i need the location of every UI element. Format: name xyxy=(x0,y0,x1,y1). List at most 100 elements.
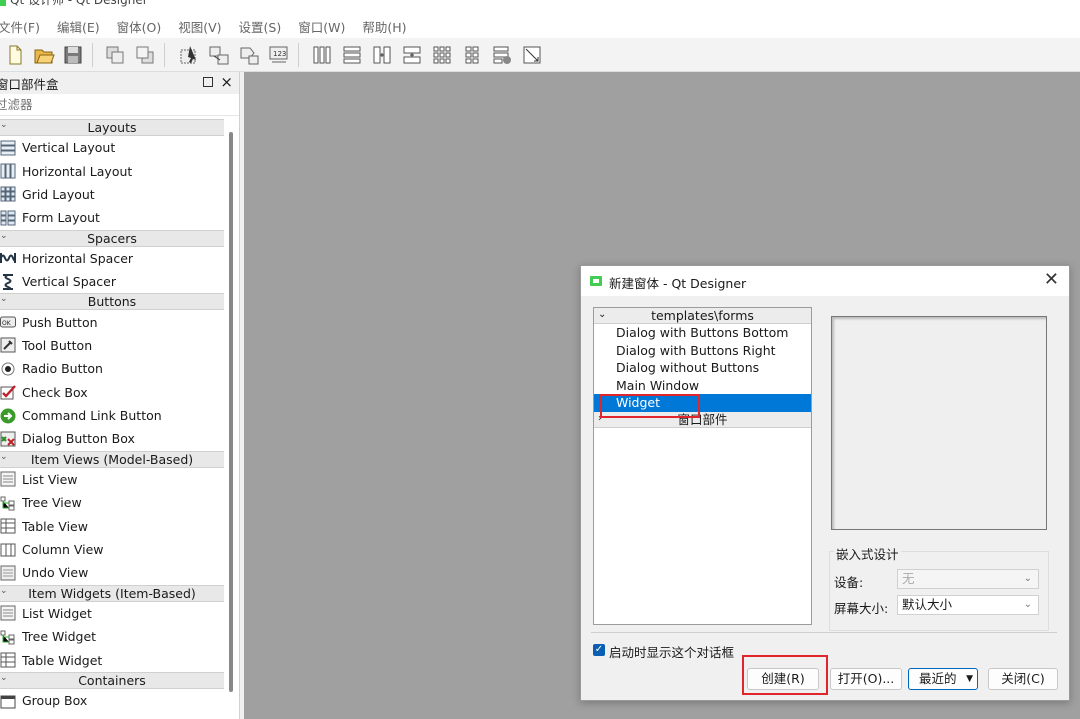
chevron-down-icon: ⌄ xyxy=(0,672,8,683)
dropdown-arrow-icon[interactable]: ▼ xyxy=(966,669,973,689)
template-dialog-buttons-right[interactable]: Dialog with Buttons Right xyxy=(594,342,811,360)
dialog-button-box-icon xyxy=(0,431,16,447)
widget-form-layout[interactable]: Form Layout xyxy=(0,206,224,229)
break-layout-icon[interactable] xyxy=(491,44,513,66)
save-icon[interactable] xyxy=(62,44,84,66)
window-titlebar: Qt 设计师 - Qt Designer xyxy=(0,0,1080,14)
widget-push-button[interactable]: OK Push Button xyxy=(0,310,224,333)
toolbar-separator xyxy=(298,43,299,67)
chevron-down-icon: ⌄ xyxy=(0,585,8,596)
layout-form-icon[interactable] xyxy=(461,44,483,66)
menu-file[interactable]: 文件(F) xyxy=(0,17,48,36)
category-spacers[interactable]: ⌄ Spacers xyxy=(0,229,224,247)
dock-scrollbar[interactable] xyxy=(229,132,233,692)
screen-size-value: 默认大小 xyxy=(902,597,953,612)
float-dock-icon[interactable] xyxy=(203,77,213,87)
widget-label: Column View xyxy=(22,542,104,558)
bring-to-front-icon[interactable] xyxy=(134,44,156,66)
screen-size-combo[interactable]: 默认大小 ⌄ xyxy=(897,595,1039,615)
widget-label: Vertical Spacer xyxy=(22,274,116,290)
open-folder-icon[interactable] xyxy=(33,44,55,66)
widget-label: List Widget xyxy=(22,605,92,621)
menu-edit[interactable]: 编辑(E) xyxy=(57,17,108,36)
chevron-down-icon: ⌄ xyxy=(0,451,8,462)
widget-vertical-layout[interactable]: Vertical Layout xyxy=(0,136,224,159)
menu-view[interactable]: 视图(V) xyxy=(178,17,229,36)
tool-button-icon xyxy=(0,337,16,353)
widget-label: Table Widget xyxy=(22,652,103,668)
widget-check-box[interactable]: Check Box xyxy=(0,381,224,404)
widget-horizontal-layout[interactable]: Horizontal Layout xyxy=(0,159,224,182)
device-combo[interactable]: 无 ⌄ xyxy=(897,569,1039,589)
chevron-down-icon: ⌄ xyxy=(1023,573,1032,584)
horizontal-spacer-icon xyxy=(0,253,16,264)
widget-column-view[interactable]: Column View xyxy=(0,538,224,561)
category-item-widgets[interactable]: ⌄ Item Widgets (Item-Based) xyxy=(0,584,224,602)
layout-grid-icon[interactable] xyxy=(431,44,453,66)
widget-group-box[interactable]: Group Box xyxy=(0,689,224,712)
filter-input[interactable] xyxy=(0,97,225,112)
new-file-icon[interactable] xyxy=(4,44,26,66)
close-icon[interactable]: ✕ xyxy=(1044,269,1059,290)
template-dialog-buttons-bottom[interactable]: Dialog with Buttons Bottom xyxy=(594,324,811,342)
layout-vertical-splitter-icon[interactable] xyxy=(401,44,423,66)
widget-grid-layout[interactable]: Grid Layout xyxy=(0,183,224,206)
layout-horizontal-icon[interactable] xyxy=(311,44,333,66)
widget-label: Command Link Button xyxy=(22,408,162,424)
widget-table-view[interactable]: Table View xyxy=(0,514,224,537)
widget-label: Undo View xyxy=(22,565,89,581)
edit-buddies-icon[interactable] xyxy=(238,44,260,66)
widget-radio-button[interactable]: Radio Button xyxy=(0,357,224,380)
send-to-back-icon[interactable] xyxy=(104,44,126,66)
edit-widgets-icon[interactable] xyxy=(178,44,200,66)
new-form-dialog: 新建窗体 - Qt Designer ✕ ⌄ templates\forms D… xyxy=(580,265,1070,701)
template-tree: ⌄ templates\forms Dialog with Buttons Bo… xyxy=(593,307,812,625)
widget-undo-view[interactable]: Undo View xyxy=(0,561,224,584)
template-dialog-without-buttons[interactable]: Dialog without Buttons xyxy=(594,359,811,377)
menu-settings[interactable]: 设置(S) xyxy=(239,17,290,36)
widget-label: Vertical Layout xyxy=(22,140,116,156)
widget-tree-view[interactable]: Tree View xyxy=(0,491,224,514)
table-view-icon xyxy=(0,518,16,534)
tree-group-templates-forms[interactable]: ⌄ templates\forms xyxy=(594,308,811,324)
show-on-startup-checkbox[interactable]: ✓ xyxy=(593,644,605,656)
category-label: Item Widgets (Item-Based) xyxy=(28,585,196,601)
widget-list-view[interactable]: List View xyxy=(0,468,224,491)
qt-logo-icon xyxy=(0,0,6,6)
grid-layout-icon xyxy=(0,186,16,202)
widget-tool-button[interactable]: Tool Button xyxy=(0,334,224,357)
category-containers[interactable]: ⌄ Containers xyxy=(0,671,224,689)
widget-label: Group Box xyxy=(22,693,88,708)
widget-command-link-button[interactable]: Command Link Button xyxy=(0,404,224,427)
close-dock-icon[interactable]: × xyxy=(220,73,233,91)
template-main-window[interactable]: Main Window xyxy=(594,377,811,395)
recent-button[interactable]: 最近的 ▼ xyxy=(908,668,978,690)
edit-signals-slots-icon[interactable] xyxy=(208,44,230,66)
widget-dialog-button-box[interactable]: Dialog Button Box xyxy=(0,427,224,450)
toolbar-separator xyxy=(92,43,93,67)
vertical-layout-icon xyxy=(0,140,16,156)
layout-vertical-icon[interactable] xyxy=(341,44,363,66)
widget-table-widget[interactable]: Table Widget xyxy=(0,648,224,671)
tree-view-icon xyxy=(0,496,15,511)
dialog-titlebar: 新建窗体 - Qt Designer ✕ xyxy=(581,266,1069,296)
close-button[interactable]: 关闭(C) xyxy=(988,668,1058,690)
layout-horizontal-splitter-icon[interactable] xyxy=(371,44,393,66)
list-widget-icon xyxy=(0,605,16,621)
category-buttons[interactable]: ⌄ Buttons xyxy=(0,293,224,311)
widget-label: Table View xyxy=(22,518,88,534)
category-layouts[interactable]: ⌄ Layouts xyxy=(0,119,224,136)
widget-horizontal-spacer[interactable]: Horizontal Spacer xyxy=(0,247,224,270)
menu-form[interactable]: 窗体(O) xyxy=(117,17,170,36)
menu-help[interactable]: 帮助(H) xyxy=(362,17,414,36)
edit-tab-order-icon[interactable]: 123 xyxy=(268,44,290,66)
device-label: 设备: xyxy=(834,575,864,590)
menu-window[interactable]: 窗口(W) xyxy=(298,17,353,36)
widget-vertical-spacer[interactable]: Vertical Spacer xyxy=(0,270,224,293)
open-button[interactable]: 打开(O)... xyxy=(830,668,902,690)
widget-tree-widget[interactable]: Tree Widget xyxy=(0,625,224,648)
category-item-views[interactable]: ⌄ Item Views (Model-Based) xyxy=(0,450,224,468)
adjust-size-icon[interactable] xyxy=(521,44,543,66)
category-label: Containers xyxy=(78,672,146,688)
widget-list-widget[interactable]: List Widget xyxy=(0,602,224,625)
